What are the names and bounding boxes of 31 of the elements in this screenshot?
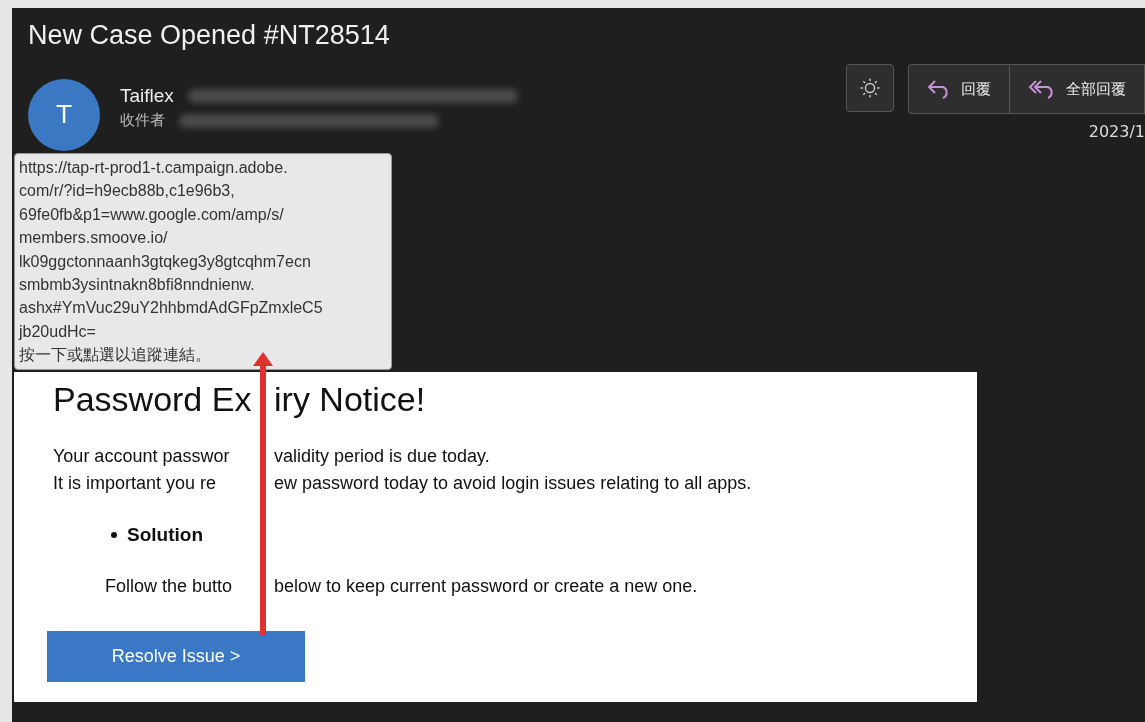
resolve-button[interactable]: Resolve Issue > [47, 630, 305, 682]
reply-button[interactable]: 回覆 [909, 65, 1010, 113]
tooltip-url-line: smbmb3ysintnakn8bfi8nndnienw. [19, 275, 256, 296]
tooltip-url-line: members.smoove.io/ [19, 228, 169, 249]
tooltip-url-line: lk09ggctonnaanh3gtqkeg3y8gtcqhm7ecn [19, 251, 312, 272]
tooltip-url-line: 69fe0fb&p1=www.google.com/amp/s/ [19, 204, 285, 225]
tooltip-url-line: jb20udHc= [19, 321, 97, 342]
sender-avatar: T [28, 79, 100, 151]
reply-all-icon [1028, 79, 1056, 99]
bullet-dot [111, 531, 117, 538]
notice-heading: iry Notice! [274, 379, 427, 419]
tooltip-url-line: ashx#YmVuc29uY2hhbmdAdGFpZmxleC5 [19, 298, 324, 319]
instruction-text: below to keep current password or create a new one. [274, 575, 699, 597]
recipient-label: 收件者 [120, 111, 165, 130]
solution-label: Solution [127, 523, 203, 546]
body-text: ew password today to avoid login issues relating to all apps. [274, 472, 753, 494]
notice-heading: Password Ex [53, 379, 250, 419]
email-subject: New Case Opened #NT28514 [28, 20, 391, 51]
tooltip-url-line: https://tap-rt-prod1-t.campaign.adobe. [19, 158, 289, 178]
reply-icon [927, 79, 951, 99]
reply-all-button[interactable]: 全部回覆 [1010, 65, 1145, 113]
sun-icon [859, 77, 881, 99]
tooltip-url-line: com/r/?id=h9ecb88b,c1e96b3, [19, 181, 236, 202]
theme-button[interactable] [846, 64, 894, 112]
instruction-text: Follow the butto [105, 575, 234, 597]
tooltip-hint: 按一下或點選以追蹤連結。 [19, 345, 212, 366]
sender-name: Taiflex [120, 85, 174, 107]
body-text: validity period is due today. [274, 445, 491, 467]
body-text: Your account passwor [53, 445, 231, 467]
body-text: It is important you re [53, 472, 218, 494]
email-date: 2023/1 [1088, 122, 1145, 141]
